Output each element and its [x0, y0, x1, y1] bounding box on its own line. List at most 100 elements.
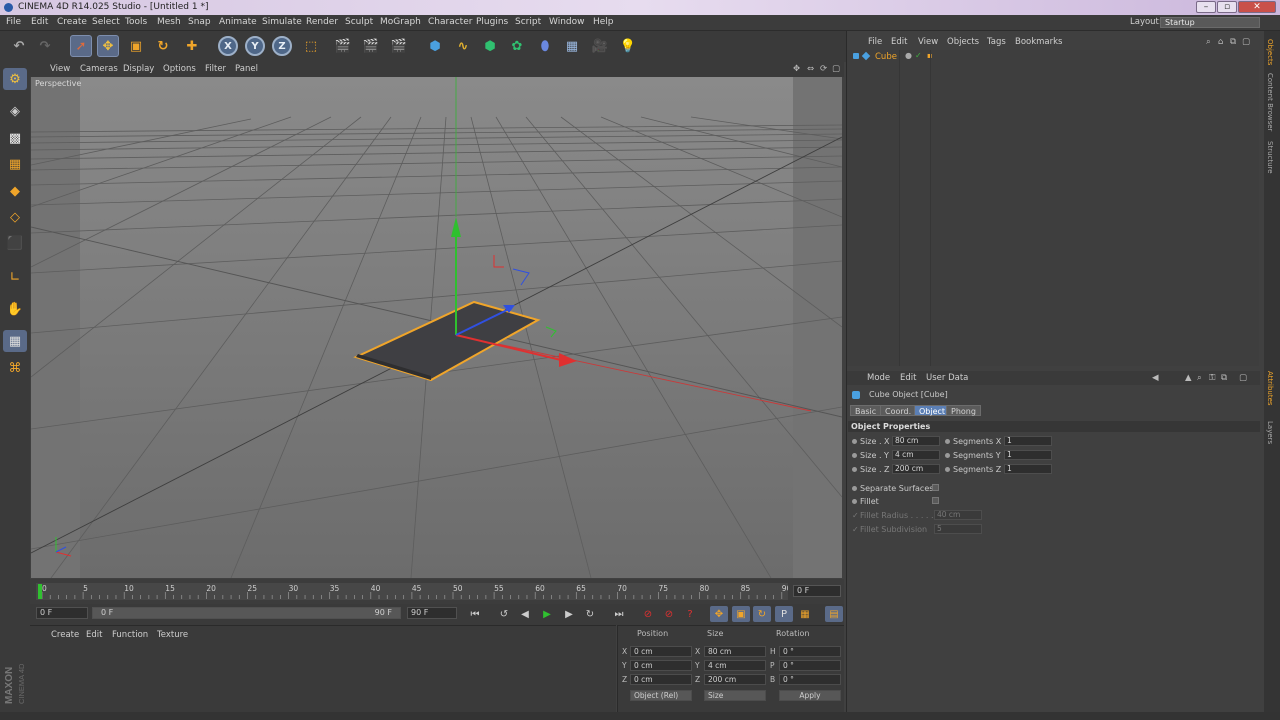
rot-h-field[interactable]: 0 °: [779, 646, 841, 657]
objects-menu-file[interactable]: File: [868, 37, 882, 47]
pos-x-field[interactable]: 0 cm: [630, 646, 692, 657]
menu-script[interactable]: Script: [515, 17, 541, 27]
timeline-end-field[interactable]: 0 F: [793, 585, 841, 597]
object-row-cube[interactable]: Cube ● ✓ ▪: [847, 50, 1259, 64]
key-pla-icon[interactable]: ▦: [796, 606, 814, 622]
layout-selector[interactable]: Layout: Startup: [1130, 17, 1264, 29]
tab-coord[interactable]: Coord.: [880, 405, 917, 416]
enable-check-icon[interactable]: ✓: [915, 51, 922, 60]
x-axis-lock-icon[interactable]: X: [218, 36, 238, 56]
camera-icon[interactable]: 🎥: [589, 35, 611, 57]
viewport-move-icon[interactable]: ✥: [793, 64, 800, 74]
z-axis-lock-icon[interactable]: Z: [272, 36, 292, 56]
key-parameter-icon[interactable]: P: [775, 606, 793, 622]
attr-seg-x-field[interactable]: 1: [1004, 436, 1052, 446]
snap-icon[interactable]: ▦: [3, 330, 27, 352]
render-settings-icon[interactable]: 🎬: [388, 35, 410, 57]
seg-z-anim-dot[interactable]: [945, 467, 950, 472]
spline-icon[interactable]: ∿: [452, 35, 474, 57]
perspective-viewport[interactable]: [31, 77, 842, 578]
attr-seg-y-field[interactable]: 1: [1004, 450, 1052, 460]
menu-plugins[interactable]: Plugins: [476, 17, 508, 27]
attr-search-icon[interactable]: ⌕: [1197, 373, 1202, 383]
pos-z-field[interactable]: 0 cm: [630, 674, 692, 685]
next-frame-icon[interactable]: ▶: [560, 606, 578, 622]
seg-y-anim-dot[interactable]: [945, 453, 950, 458]
coord-mode-dropdown[interactable]: Object (Rel): [630, 690, 692, 701]
attr-menu-mode[interactable]: Mode: [867, 373, 890, 383]
nurbs-icon[interactable]: ⬢: [479, 35, 501, 57]
go-to-start-icon[interactable]: ⏮: [466, 606, 484, 622]
timeline-ruler[interactable]: 0 5 10 15 20 25 30 35 40 45 50 55 60 65 70 75 80 85 90: [36, 583, 792, 600]
rotate-tool-icon[interactable]: ↻: [152, 35, 174, 57]
strip-tab-layers[interactable]: Layers: [1266, 421, 1274, 444]
timeline-playhead[interactable]: [38, 584, 42, 599]
live-selection-icon[interactable]: ➚: [70, 35, 92, 57]
size-x-field[interactable]: 80 cm: [704, 646, 766, 657]
light-icon[interactable]: 💡: [617, 35, 639, 57]
objects-expand-icon[interactable]: ▢: [1242, 37, 1250, 47]
attr-seg-z-field[interactable]: 1: [1004, 464, 1052, 474]
loop-icon[interactable]: ↺: [495, 606, 513, 622]
size-y-anim-dot[interactable]: [852, 453, 857, 458]
viewport-menu-cameras[interactable]: Cameras: [80, 64, 118, 74]
menu-snap[interactable]: Snap: [188, 17, 211, 27]
key-rotation-icon[interactable]: ↻: [753, 606, 771, 622]
objects-menu-edit[interactable]: Edit: [891, 37, 907, 47]
objects-layout-icon[interactable]: ⧉: [1230, 37, 1236, 47]
objects-menu-bookmarks[interactable]: Bookmarks: [1015, 37, 1063, 47]
y-axis-lock-icon[interactable]: Y: [245, 36, 265, 56]
frame-range-slider[interactable]: 0 F 90 F: [92, 607, 401, 619]
menu-simulate[interactable]: Simulate: [262, 17, 302, 27]
strip-tab-attributes[interactable]: Attributes: [1266, 371, 1274, 406]
minimize-button[interactable]: –: [1196, 1, 1216, 13]
array-icon[interactable]: ✿: [506, 35, 528, 57]
menu-select[interactable]: Select: [92, 17, 120, 27]
visibility-dots-icon[interactable]: ●: [905, 51, 912, 60]
attr-up-icon[interactable]: ▲: [1185, 373, 1192, 383]
tab-object[interactable]: Object: [914, 405, 951, 416]
prev-frame-icon[interactable]: ◀: [516, 606, 534, 622]
layout-dropdown[interactable]: Startup: [1160, 17, 1260, 28]
edges-mode-icon[interactable]: ◇: [3, 206, 27, 228]
size-y-field[interactable]: 4 cm: [704, 660, 766, 671]
pos-y-field[interactable]: 0 cm: [630, 660, 692, 671]
menu-mesh[interactable]: Mesh: [157, 17, 181, 27]
separate-surfaces-anim-dot[interactable]: [852, 486, 857, 491]
tweak-mode-icon[interactable]: ✋: [3, 298, 27, 320]
material-menu-create[interactable]: Create: [51, 630, 79, 640]
maximize-button[interactable]: ▫: [1217, 1, 1237, 13]
lock-workplane-icon[interactable]: ⌘: [3, 357, 27, 379]
polygons-mode-icon[interactable]: ⬛: [3, 232, 27, 254]
menu-sculpt[interactable]: Sculpt: [345, 17, 373, 27]
end-frame-field[interactable]: 90 F: [407, 607, 457, 619]
strip-tab-objects[interactable]: Objects: [1266, 39, 1274, 65]
deformer-icon[interactable]: ⬮: [534, 35, 556, 57]
play-icon[interactable]: ▶: [538, 606, 556, 622]
attr-new-icon[interactable]: ⧉: [1221, 373, 1227, 383]
axis-mode-icon[interactable]: ∟: [3, 266, 27, 288]
viewport-menu-options[interactable]: Options: [163, 64, 196, 74]
attr-menu-user-data[interactable]: User Data: [926, 373, 968, 383]
model-mode-icon[interactable]: ◈: [3, 100, 27, 122]
objects-home-icon[interactable]: ⌂: [1218, 37, 1223, 47]
floor-icon[interactable]: ▦: [561, 35, 583, 57]
viewport-menu-view[interactable]: View: [50, 64, 70, 74]
objects-search-icon[interactable]: ⌕: [1206, 37, 1211, 47]
rot-b-field[interactable]: 0 °: [779, 674, 841, 685]
objects-menu-tags[interactable]: Tags: [987, 37, 1006, 47]
render-view-icon[interactable]: 🎬: [332, 35, 354, 57]
scale-tool-icon[interactable]: ▣: [125, 35, 147, 57]
menu-create[interactable]: Create: [57, 17, 87, 27]
menu-render[interactable]: Render: [306, 17, 338, 27]
start-frame-field[interactable]: 0 F: [36, 607, 88, 619]
add-object-icon[interactable]: ✚: [181, 35, 203, 57]
tab-basic[interactable]: Basic: [850, 405, 882, 416]
attr-expand-icon[interactable]: ▢: [1239, 373, 1247, 383]
render-picture-viewer-icon[interactable]: 🎬: [360, 35, 382, 57]
menu-character[interactable]: Character: [428, 17, 472, 27]
go-to-end-icon[interactable]: ⏭: [610, 606, 628, 622]
coordinate-system-icon[interactable]: ⬚: [300, 35, 322, 57]
attr-menu-edit[interactable]: Edit: [900, 373, 916, 383]
viewport-menu-display[interactable]: Display: [123, 64, 154, 74]
